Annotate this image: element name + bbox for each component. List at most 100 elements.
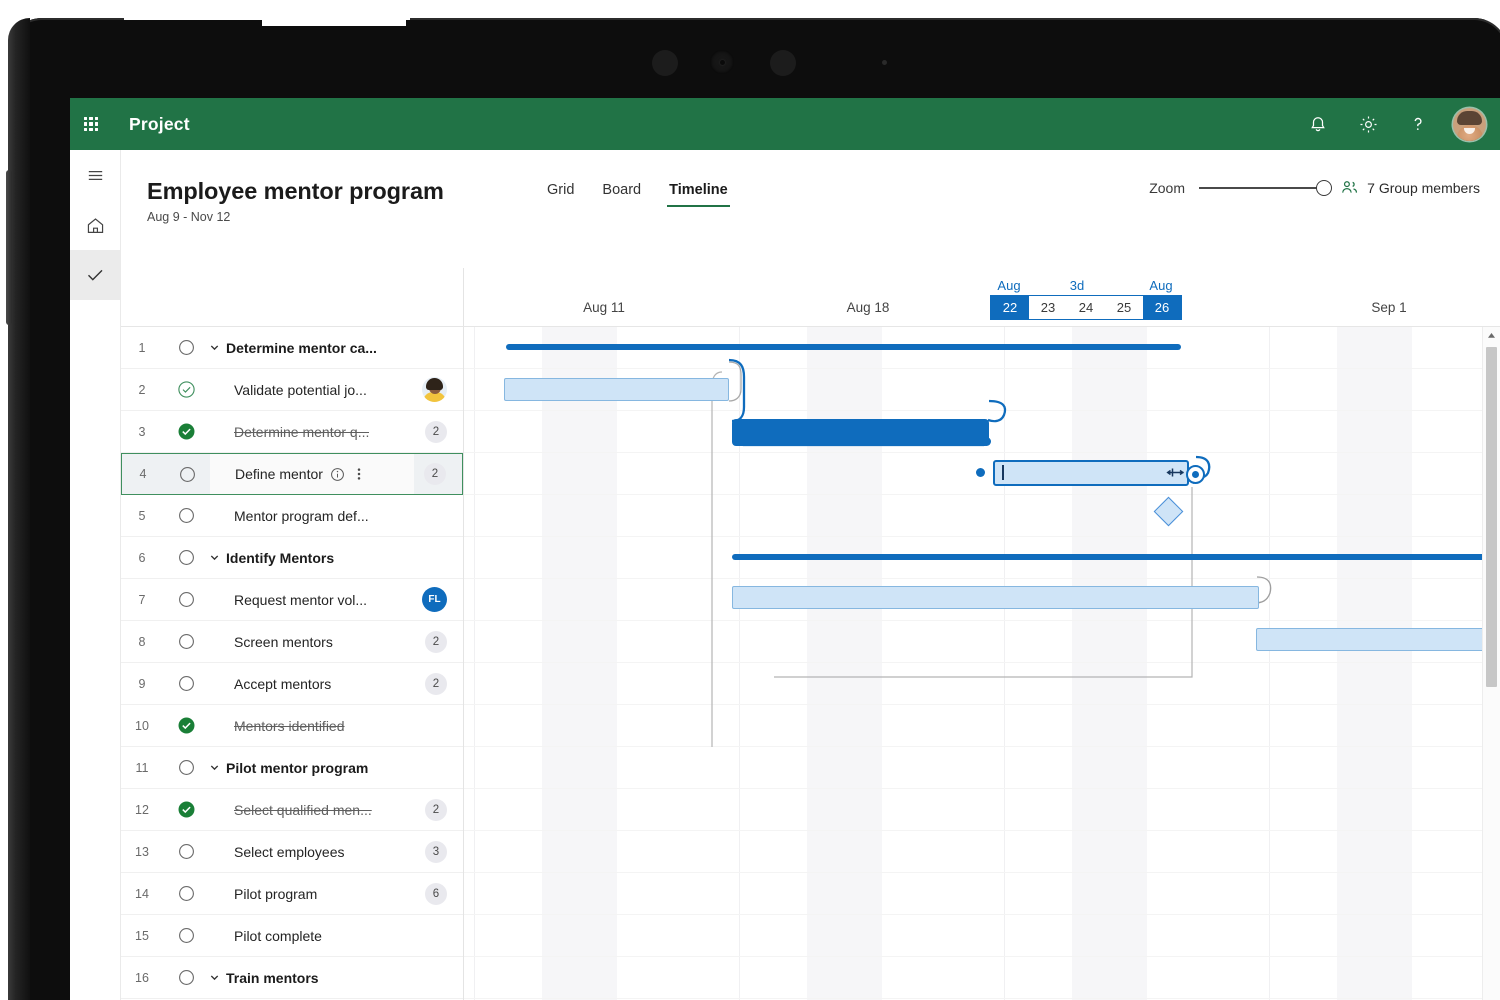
task-checkbox[interactable] [164, 454, 210, 494]
gantt-bar[interactable] [504, 378, 729, 401]
gantt-summary-bar[interactable] [732, 554, 1487, 560]
row-number: 3 [138, 424, 146, 439]
assignee-initials-badge[interactable]: FL [422, 587, 447, 612]
table-row[interactable]: 3 Determine mentor q... 2 [121, 411, 463, 453]
chevron-down-icon[interactable] [209, 342, 220, 353]
task-checkbox[interactable] [163, 507, 209, 524]
highlight-month-end: Aug [1149, 278, 1173, 293]
gantt-bar-selected[interactable] [993, 460, 1189, 486]
assignee-avatar[interactable] [422, 377, 447, 402]
table-row[interactable]: 14 Pilot program 6 [121, 873, 463, 915]
content-area: Employee mentor program Aug 9 - Nov 12 G… [121, 150, 1500, 1000]
task-checkbox[interactable] [163, 422, 209, 441]
vertical-scrollbar[interactable] [1482, 327, 1500, 1000]
date-cell[interactable]: 23 [1029, 296, 1067, 319]
row-number: 1 [138, 340, 146, 355]
chevron-down-icon[interactable] [209, 972, 220, 983]
hamburger-menu-icon[interactable] [70, 150, 120, 200]
app-launcher-icon[interactable] [70, 98, 112, 150]
row-number: 6 [138, 550, 146, 565]
task-checkbox[interactable] [163, 800, 209, 819]
gantt-milestone-diamond[interactable] [1153, 496, 1184, 527]
zoom-slider-knob[interactable] [1316, 180, 1332, 196]
table-row[interactable]: 6 Identify Mentors [121, 537, 463, 579]
gantt-bar[interactable] [732, 586, 1259, 609]
zoom-control: Zoom [1149, 180, 1332, 196]
waffle-grid [83, 116, 99, 132]
more-options-icon[interactable] [352, 466, 366, 482]
gantt-bar[interactable] [1256, 628, 1498, 651]
gantt-chart[interactable] [464, 327, 1500, 1000]
chevron-down-icon[interactable] [209, 552, 220, 563]
bell-icon[interactable] [1293, 98, 1343, 150]
table-row[interactable]: 11 Pilot mentor program [121, 747, 463, 789]
table-row[interactable]: 5 Mentor program def... [121, 495, 463, 537]
info-icon[interactable] [330, 467, 345, 482]
tab-timeline[interactable]: Timeline [655, 182, 742, 207]
task-checkbox[interactable] [163, 380, 209, 399]
row-number: 5 [138, 508, 146, 523]
table-row[interactable]: 8 Screen mentors 2 [121, 621, 463, 663]
task-checkbox[interactable] [163, 633, 209, 650]
table-row[interactable]: 2 Validate potential jo... [121, 369, 463, 411]
assignee-count-badge[interactable]: 2 [425, 630, 447, 653]
assignee-count-badge[interactable]: 3 [425, 840, 447, 863]
sensor-dot-2 [770, 50, 796, 76]
task-name: Train mentors [226, 969, 319, 986]
assignee-count-badge[interactable]: 2 [425, 798, 447, 821]
table-row[interactable]: 10 Mentors identified [121, 705, 463, 747]
date-cell-start[interactable]: 22 [991, 296, 1029, 319]
suite-header-actions [1293, 98, 1500, 150]
task-checkbox[interactable] [163, 339, 209, 356]
task-checkbox[interactable] [163, 927, 209, 944]
assignee-count-badge[interactable]: 2 [425, 672, 447, 695]
date-cell[interactable]: 25 [1105, 296, 1143, 319]
date-cell-end[interactable]: 26 [1143, 296, 1181, 319]
table-row[interactable]: 9 Accept mentors 2 [121, 663, 463, 705]
date-range-selector[interactable]: 22 23 24 25 26 [990, 295, 1182, 320]
task-checkbox[interactable] [163, 716, 209, 735]
task-name-cell: Select qualified men... [209, 802, 425, 818]
chevron-down-icon[interactable] [209, 762, 220, 773]
tab-grid[interactable]: Grid [533, 182, 588, 207]
date-cell[interactable]: 24 [1067, 296, 1105, 319]
chevron-up-icon[interactable] [1483, 327, 1500, 344]
row-number: 14 [135, 886, 149, 901]
gear-icon[interactable] [1343, 98, 1393, 150]
task-checkbox[interactable] [163, 549, 209, 566]
vertical-scrollbar-thumb[interactable] [1486, 347, 1497, 687]
gantt-bar-active[interactable] [732, 419, 989, 446]
table-row[interactable]: 15 Pilot complete [121, 915, 463, 957]
table-row[interactable]: 13 Select employees 3 [121, 831, 463, 873]
gantt-summary-bar[interactable] [506, 344, 1181, 350]
tab-board[interactable]: Board [588, 182, 655, 207]
group-members-button[interactable]: 7 Group members [1340, 178, 1480, 197]
task-checkbox[interactable] [163, 591, 209, 608]
table-row[interactable]: 12 Select qualified men... 2 [121, 789, 463, 831]
row-number: 13 [135, 844, 149, 859]
task-name: Validate potential jo... [234, 381, 367, 398]
user-avatar[interactable] [1453, 107, 1486, 141]
table-row-selected[interactable]: 4 Define mentor 2 [121, 453, 463, 495]
checkmark-icon[interactable] [70, 250, 120, 300]
table-row[interactable]: 7 Request mentor vol... FL [121, 579, 463, 621]
task-checkbox[interactable] [163, 843, 209, 860]
question-icon[interactable] [1393, 98, 1443, 150]
task-checkbox[interactable] [163, 759, 209, 776]
row-number: 4 [122, 454, 164, 494]
task-checkbox[interactable] [163, 885, 209, 902]
assignee-count-badge[interactable]: 6 [425, 882, 447, 905]
task-name-cell: Identify Mentors [209, 550, 463, 566]
task-name-cell: Train mentors [209, 970, 463, 986]
gantt-bar-endpoint[interactable] [1186, 465, 1205, 484]
task-checkbox[interactable] [163, 969, 209, 986]
task-name-cell: Accept mentors [209, 676, 425, 692]
zoom-slider[interactable] [1199, 180, 1332, 196]
table-row[interactable]: 1 Determine mentor ca... [121, 327, 463, 369]
assignee-count-badge[interactable]: 2 [425, 420, 447, 443]
task-checkbox[interactable] [163, 675, 209, 692]
home-icon[interactable] [70, 200, 120, 250]
assignee-count-badge[interactable]: 2 [424, 463, 446, 485]
task-name-cell: Pilot complete [209, 928, 463, 944]
table-row[interactable]: 16 Train mentors [121, 957, 463, 999]
